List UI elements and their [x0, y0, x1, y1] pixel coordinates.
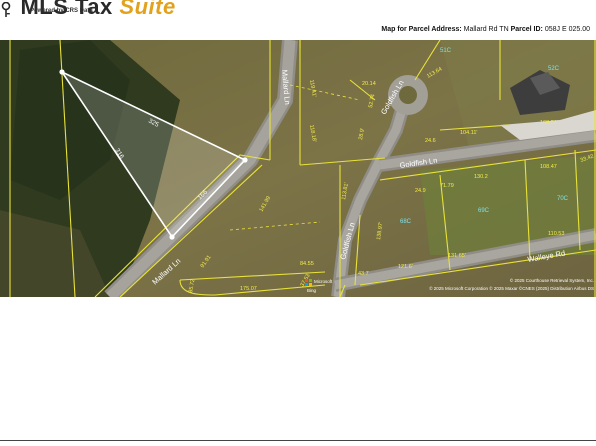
parcel-vertex[interactable] — [242, 157, 248, 163]
dim-label: 84.55 — [300, 261, 314, 267]
parcel-id-label: 68C — [400, 219, 412, 225]
dim-label: 43.7 — [358, 271, 369, 277]
parcel-id-label: 69C — [478, 208, 490, 214]
microsoft-credit: Microsoft — [314, 279, 333, 284]
dim-label: 121.6' — [398, 264, 413, 270]
parcel-vertex[interactable] — [59, 69, 65, 75]
report-header: MLS Tax Suite Powered by CRS Data Map fo… — [0, 0, 596, 40]
powered-by: Powered by CRS Data — [30, 8, 93, 14]
parcel-id-label: 70C — [557, 196, 569, 202]
dim-label: 131.65' — [448, 253, 466, 259]
dim-label: 130.2 — [474, 174, 488, 180]
copyright-credit: © 2025 Courthouse Retrieval System, Inc. — [510, 277, 594, 283]
parcel-address-line: Map for Parcel Address: Mallard Rd TN Pa… — [381, 26, 590, 33]
parcel-id-label: 51C — [440, 48, 452, 54]
parcel-address: Mallard Rd TN — [463, 26, 509, 33]
dim-label: 168.51' — [540, 120, 558, 126]
parcel-id: 058J E 025.00 — [544, 26, 590, 33]
dim-label: 24.6 — [425, 138, 436, 144]
map-label: Map for Parcel Address: — [381, 26, 462, 33]
parcel-map[interactable]: 325 316 166 Mallard Ln Mallard Ln Goldfi… — [0, 40, 596, 297]
dim-label: 175.07 — [240, 286, 257, 292]
dim-label: 108.47 — [540, 164, 557, 170]
dim-label: 110.53 — [548, 231, 564, 237]
parcel-id-label: Parcel ID: — [510, 26, 543, 33]
aerial-map: 325 316 166 Mallard Ln Mallard Ln Goldfi… — [0, 40, 596, 297]
footer-divider — [0, 440, 596, 441]
dim-label: 104.11' — [460, 130, 477, 136]
bing-credit: Bing — [307, 288, 317, 293]
dim-label: 24.9 — [415, 188, 426, 194]
parcel-id-label: 52C — [548, 66, 560, 72]
attribution-credit: © 2025 Microsoft Corporation © 2025 Maxa… — [429, 285, 594, 291]
dim-label: 20.14 — [362, 81, 376, 87]
parcel-vertex[interactable] — [169, 234, 175, 240]
key-icon — [1, 1, 11, 17]
dim-label: 71.79 — [440, 183, 454, 189]
